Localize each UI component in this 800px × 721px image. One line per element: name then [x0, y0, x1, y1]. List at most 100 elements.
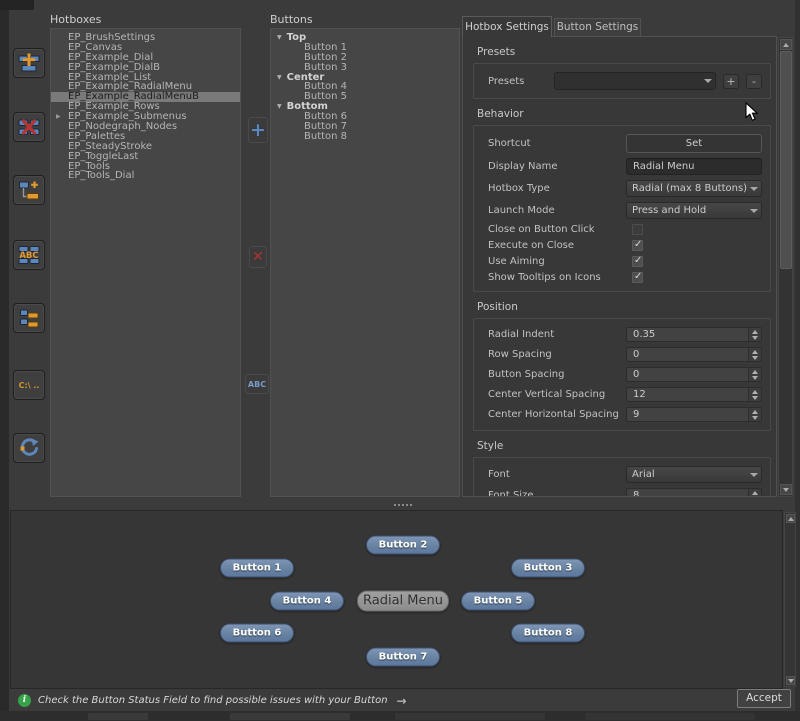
section-title-presets: Presets — [477, 46, 771, 58]
organize-hotboxes-button[interactable] — [13, 303, 45, 333]
row-spacing-spinner[interactable]: 0 — [626, 347, 762, 362]
tab-hotbox-settings[interactable]: Hotbox Settings — [462, 16, 552, 37]
spinner-value: 9 — [627, 409, 748, 420]
scroll-down-icon[interactable] — [780, 484, 792, 495]
preview-button-6[interactable]: Button 6 — [220, 624, 294, 643]
preview-button-7[interactable]: Button 7 — [366, 648, 440, 667]
tree-group-center[interactable]: ▼Center — [271, 73, 459, 83]
field-label: Show Tooltips on Icons — [482, 272, 601, 283]
delete-hotbox-button[interactable] — [13, 112, 45, 142]
add-button-button[interactable]: + — [248, 117, 268, 143]
display-name-input[interactable]: Radial Menu — [626, 158, 762, 175]
show-tooltips-on-icons-checkbox[interactable] — [632, 272, 643, 283]
launch-mode-dropdown[interactable]: Press and Hold — [626, 202, 762, 219]
settings-row: Radial Indent 0.35 — [482, 327, 762, 342]
font-dropdown[interactable]: Arial — [626, 466, 762, 483]
tree-item-button-6[interactable]: Button 6 — [271, 112, 459, 122]
settings-row: Launch ModePress and Hold — [482, 202, 762, 219]
preview-button-4[interactable]: Button 4 — [270, 592, 344, 611]
group-style: FontArialFont Size8Bold Text — [473, 457, 771, 497]
tree-group-bottom[interactable]: ▼Bottom — [271, 102, 459, 112]
scroll-up-icon[interactable] — [786, 514, 795, 523]
chevron-down-icon — [747, 473, 761, 477]
field-label: Close on Button Click — [482, 224, 595, 235]
organize-hotboxes-icon — [18, 307, 40, 329]
radial-indent-spinner[interactable]: 0.35 — [626, 327, 762, 342]
status-bar: i Check the Button Status Field to find … — [9, 690, 795, 711]
add-hotbox-button[interactable] — [13, 48, 45, 78]
scrollbar-thumb[interactable] — [780, 51, 792, 269]
button-spacing-spinner[interactable]: 0 — [626, 367, 762, 382]
spinner-arrows-icon[interactable] — [748, 348, 761, 361]
buttons-tree[interactable]: ▼TopButton 1Button 2Button 3▼CenterButto… — [270, 28, 460, 497]
spinner-arrows-icon[interactable] — [748, 408, 761, 421]
settings-row: Display NameRadial Menu — [482, 158, 762, 175]
preview-button-8[interactable]: Button 8 — [511, 624, 585, 643]
field-label: Radial Indent — [482, 329, 554, 340]
spinner-value: 12 — [627, 389, 748, 400]
settings-row: Show Tooltips on Icons — [482, 272, 762, 283]
duplicate-hotbox-button[interactable] — [13, 175, 45, 205]
scroll-up-icon[interactable] — [780, 39, 792, 50]
preview-center-label[interactable]: Radial Menu — [357, 591, 449, 612]
collapse-arrow-icon[interactable]: ▼ — [277, 103, 282, 110]
tree-item-button-7[interactable]: Button 7 — [271, 122, 459, 132]
spinner-arrows-icon[interactable] — [748, 489, 761, 497]
font-size-spinner[interactable]: 8 — [626, 488, 762, 497]
spinner-arrows-icon[interactable] — [748, 368, 761, 381]
preview-canvas: Button 2 Button 1 Button 3 Button 4 Button 5… — [10, 510, 783, 689]
settings-row: Font Size8 — [482, 488, 762, 497]
spinner-arrows-icon[interactable] — [748, 328, 761, 341]
hotbox-type-dropdown[interactable]: Radial (max 8 Buttons) — [626, 180, 762, 197]
preset-remove-button[interactable]: - — [746, 74, 762, 89]
spinner-value: 0.35 — [627, 329, 748, 340]
tree-item-button-2[interactable]: Button 2 — [271, 53, 459, 63]
hotbox-list[interactable]: EP_BrushSettingsEP_CanvasEP_Example_Dial… — [50, 28, 241, 497]
x-icon: ✕ — [252, 249, 264, 265]
section-title-position: Position — [477, 301, 771, 313]
settings-row: Row Spacing0 — [482, 347, 762, 362]
settings-row: Execute on Close — [482, 240, 762, 251]
chevron-down-icon — [747, 209, 761, 213]
rename-button-button[interactable]: ABC — [245, 374, 269, 394]
scroll-down-icon[interactable] — [786, 676, 795, 685]
reload-hotboxes-button[interactable] — [13, 433, 45, 463]
execute-on-close-checkbox[interactable] — [632, 240, 643, 251]
hotboxes-title: Hotboxes — [50, 13, 101, 26]
hotbox-path-button[interactable]: C:\ .. — [13, 370, 45, 400]
rename-hotbox-button[interactable]: ABC — [13, 240, 45, 270]
spinner-arrows-icon[interactable] — [748, 388, 761, 401]
presets-dropdown[interactable] — [554, 72, 716, 90]
tree-item-button-1[interactable]: Button 1 — [271, 43, 459, 53]
splitter-handle[interactable] — [394, 504, 412, 507]
tab-button-settings[interactable]: Button Settings — [554, 18, 641, 36]
center-horizontal-spacing-spinner[interactable]: 9 — [626, 407, 762, 422]
preset-add-button[interactable]: + — [723, 74, 739, 89]
shortcut-button[interactable]: Set — [626, 134, 762, 153]
tree-item-button-4[interactable]: Button 4 — [271, 82, 459, 92]
settings-row: Button Spacing0 — [482, 367, 762, 382]
collapse-arrow-icon[interactable]: ▼ — [277, 34, 282, 41]
tree-group-top[interactable]: ▼Top — [271, 33, 459, 43]
settings-row: Close on Button Click — [482, 224, 762, 235]
accept-button[interactable]: Accept — [737, 689, 791, 708]
use-aiming-checkbox[interactable] — [632, 256, 643, 267]
field-label: Shortcut — [482, 138, 531, 149]
section-title-behavior: Behavior — [477, 108, 771, 120]
field-label: Presets — [482, 76, 551, 87]
preview-button-5[interactable]: Button 5 — [461, 592, 535, 611]
tree-item-button-8[interactable]: Button 8 — [271, 132, 459, 142]
chevron-down-icon — [701, 79, 715, 83]
close-on-button-click-checkbox[interactable] — [632, 224, 643, 235]
preview-button-1[interactable]: Button 1 — [220, 559, 294, 578]
expand-arrow-icon[interactable]: ▶ — [56, 112, 61, 122]
settings-scrollbar[interactable] — [778, 37, 793, 497]
hotbox-list-item[interactable]: EP_Tools_Dial — [51, 171, 240, 181]
preview-scrollbar[interactable] — [784, 512, 796, 687]
delete-button-button[interactable]: ✕ — [249, 246, 267, 268]
preview-button-2[interactable]: Button 2 — [366, 536, 440, 555]
collapse-arrow-icon[interactable]: ▼ — [277, 74, 282, 81]
preview-button-3[interactable]: Button 3 — [511, 559, 585, 578]
spinner-value: 0 — [627, 349, 748, 360]
center-vertical-spacing-spinner[interactable]: 12 — [626, 387, 762, 402]
